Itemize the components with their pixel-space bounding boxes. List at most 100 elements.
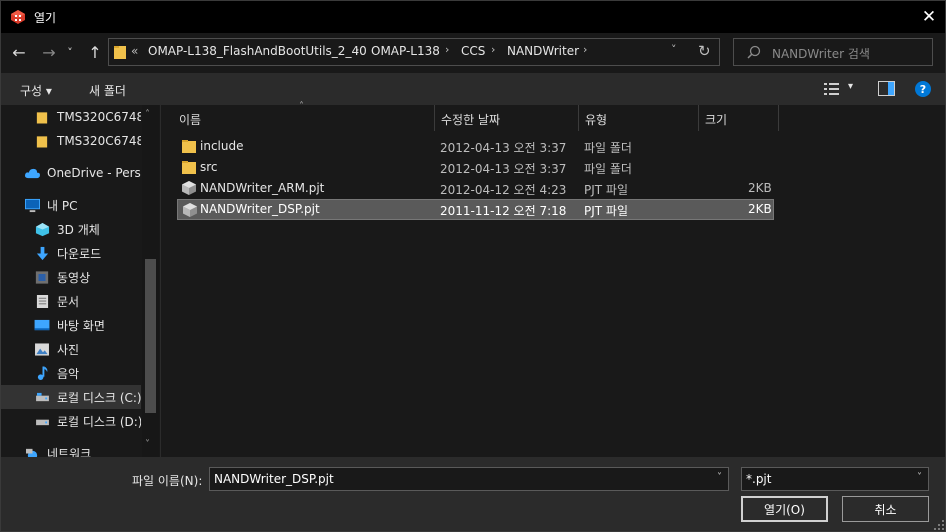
file-row[interactable]: src 2012-04-13 오전 3:37 파일 폴더	[177, 157, 774, 178]
breadcrumb-item[interactable]: OMAP-L138_FlashAndBootUtils_2_40	[148, 44, 367, 58]
up-arrow-icon: ↑	[88, 42, 102, 62]
new-folder-button[interactable]: 새 폴더	[89, 82, 126, 99]
up-button[interactable]: ↑	[84, 41, 106, 63]
view-dropdown-icon[interactable]: ▾	[848, 81, 853, 92]
close-button[interactable]: ✕	[911, 1, 945, 33]
address-bar[interactable]: « OMAP-L138_FlashAndBootUtils_2_40 › OMA…	[108, 38, 720, 66]
file-modified: 2012-04-13 오전 3:37	[440, 162, 567, 176]
column-header-name[interactable]: 이름 ˄	[173, 101, 435, 131]
column-header-label: 크기	[705, 113, 728, 127]
breadcrumb-separator-icon[interactable]: ›	[491, 43, 495, 56]
breadcrumb-item[interactable]: NANDWriter	[507, 44, 579, 58]
recent-locations-button[interactable]: ˅	[63, 41, 77, 63]
cancel-button[interactable]: 취소	[842, 496, 929, 522]
scroll-up-icon[interactable]: ˄	[145, 109, 150, 120]
desktop-icon	[33, 316, 51, 334]
filetype-value: *.pjt	[746, 472, 772, 486]
breadcrumb-item[interactable]: CCS	[461, 44, 485, 58]
file-modified: 2012-04-12 오전 4:23	[440, 183, 567, 197]
sidebar-item-tms320c6748-1[interactable]: TMS320C6748	[1, 105, 141, 129]
filename-input[interactable]: NANDWriter_DSP.pjt ˅	[209, 467, 729, 491]
sidebar-item-local-disk-c[interactable]: 로컬 디스크 (C:)	[1, 385, 141, 409]
network-icon	[23, 444, 41, 457]
cloud-icon	[23, 164, 41, 182]
sidebar-item-label: 로컬 디스크 (C:)	[57, 390, 141, 405]
sidebar-item-pictures[interactable]: 사진	[1, 337, 141, 361]
file-list: 이름 ˄ 수정한 날짜 유형 크기 include 2012-04-13 오전 …	[160, 101, 945, 457]
column-header-size[interactable]: 크기	[699, 105, 779, 131]
drive-icon	[33, 388, 51, 406]
breadcrumb-overflow[interactable]: «	[131, 44, 138, 58]
sidebar-item-desktop[interactable]: 바탕 화면	[1, 313, 141, 337]
preview-pane-icon[interactable]	[878, 81, 895, 96]
view-options-icon[interactable]	[824, 82, 840, 96]
chevron-down-icon[interactable]: ˅	[717, 472, 722, 483]
forward-button[interactable]: →	[38, 41, 60, 63]
resize-grip-icon[interactable]	[931, 517, 945, 531]
sidebar-item-label: 내 PC	[47, 198, 78, 213]
drive-icon	[33, 412, 51, 430]
sidebar-item-label: 로컬 디스크 (D:)	[57, 414, 141, 429]
download-icon	[33, 244, 51, 262]
file-type: 파일 폴더	[584, 141, 632, 155]
scrollbar-thumb[interactable]	[145, 259, 156, 413]
column-header-label: 수정한 날짜	[441, 113, 501, 127]
refresh-icon[interactable]: ↻	[698, 42, 711, 60]
cancel-button-label: 취소	[874, 502, 897, 517]
folder-icon	[33, 108, 51, 126]
breadcrumb-separator-icon[interactable]: ›	[445, 43, 449, 56]
column-header-modified[interactable]: 수정한 날짜	[435, 105, 579, 131]
filename-label: 파일 이름(N):	[132, 474, 203, 488]
sidebar-item-label: OneDrive - Person	[47, 166, 141, 180]
filename-value: NANDWriter_DSP.pjt	[214, 472, 334, 486]
search-icon	[747, 45, 761, 59]
sidebar-item-onedrive[interactable]: OneDrive - Person	[1, 161, 141, 185]
sidebar-item-label: 3D 개체	[57, 222, 100, 237]
sidebar-item-3d-objects[interactable]: 3D 개체	[1, 217, 141, 241]
column-header-type[interactable]: 유형	[579, 105, 699, 131]
file-row[interactable]: NANDWriter_ARM.pjt 2012-04-12 오전 4:23 PJ…	[177, 178, 774, 199]
open-button-label: 열기(O)	[764, 502, 805, 517]
file-row-selected[interactable]: NANDWriter_DSP.pjt 2011-11-12 오전 7:18 PJ…	[177, 199, 774, 220]
toolbar: 구성 ▾ 새 폴더 ▾ ?	[1, 73, 945, 105]
document-icon	[33, 292, 51, 310]
scroll-down-icon[interactable]: ˅	[145, 439, 150, 450]
file-type: 파일 폴더	[584, 162, 632, 176]
breadcrumb-separator-icon[interactable]: ›	[355, 43, 359, 56]
picture-icon	[33, 340, 51, 358]
organize-button[interactable]: 구성 ▾	[20, 82, 52, 99]
file-type: PJT 파일	[584, 183, 629, 197]
window-title: 열기	[34, 11, 57, 25]
folder-icon	[182, 161, 196, 174]
open-button[interactable]: 열기(O)	[741, 496, 828, 522]
sidebar-item-this-pc[interactable]: 내 PC	[1, 193, 141, 217]
search-placeholder: NANDWriter 검색	[772, 47, 870, 61]
sidebar-item-network[interactable]: 네트워크	[1, 441, 141, 457]
folder-icon	[182, 140, 196, 153]
filetype-select[interactable]: *.pjt ˅	[741, 467, 929, 491]
breadcrumb-separator-icon[interactable]: ›	[583, 43, 587, 56]
search-input[interactable]: NANDWriter 검색	[733, 38, 933, 66]
address-dropdown-icon[interactable]: ˅	[671, 43, 677, 56]
file-row[interactable]: include 2012-04-13 오전 3:37 파일 폴더	[177, 136, 774, 157]
folder-icon	[33, 132, 51, 150]
sidebar-item-label: 동영상	[57, 270, 91, 285]
sidebar-item-label: 바탕 화면	[57, 318, 105, 333]
sidebar-item-tms320c6748-2[interactable]: TMS320C6748	[1, 129, 141, 153]
pjt-file-icon	[183, 203, 197, 217]
navigation-pane: TMS320C6748 TMS320C6748 OneDrive - Perso…	[1, 105, 159, 457]
file-name: NANDWriter_ARM.pjt	[200, 181, 325, 195]
sidebar-item-documents[interactable]: 문서	[1, 289, 141, 313]
sidebar-item-downloads[interactable]: 다운로드	[1, 241, 141, 265]
file-name: include	[200, 139, 244, 153]
sidebar-scrollbar[interactable]: ˄ ˅	[142, 105, 159, 457]
back-button[interactable]: ←	[8, 41, 30, 63]
help-icon[interactable]: ?	[915, 81, 931, 97]
breadcrumb-item[interactable]: OMAP-L138	[371, 44, 440, 58]
sidebar-item-music[interactable]: 음악	[1, 361, 141, 385]
chevron-down-icon[interactable]: ˅	[917, 472, 922, 483]
sidebar-item-videos[interactable]: 동영상	[1, 265, 141, 289]
sidebar-item-local-disk-d[interactable]: 로컬 디스크 (D:)	[1, 409, 141, 433]
back-arrow-icon: ←	[12, 42, 26, 62]
sidebar-item-label: TMS320C6748	[57, 110, 141, 124]
